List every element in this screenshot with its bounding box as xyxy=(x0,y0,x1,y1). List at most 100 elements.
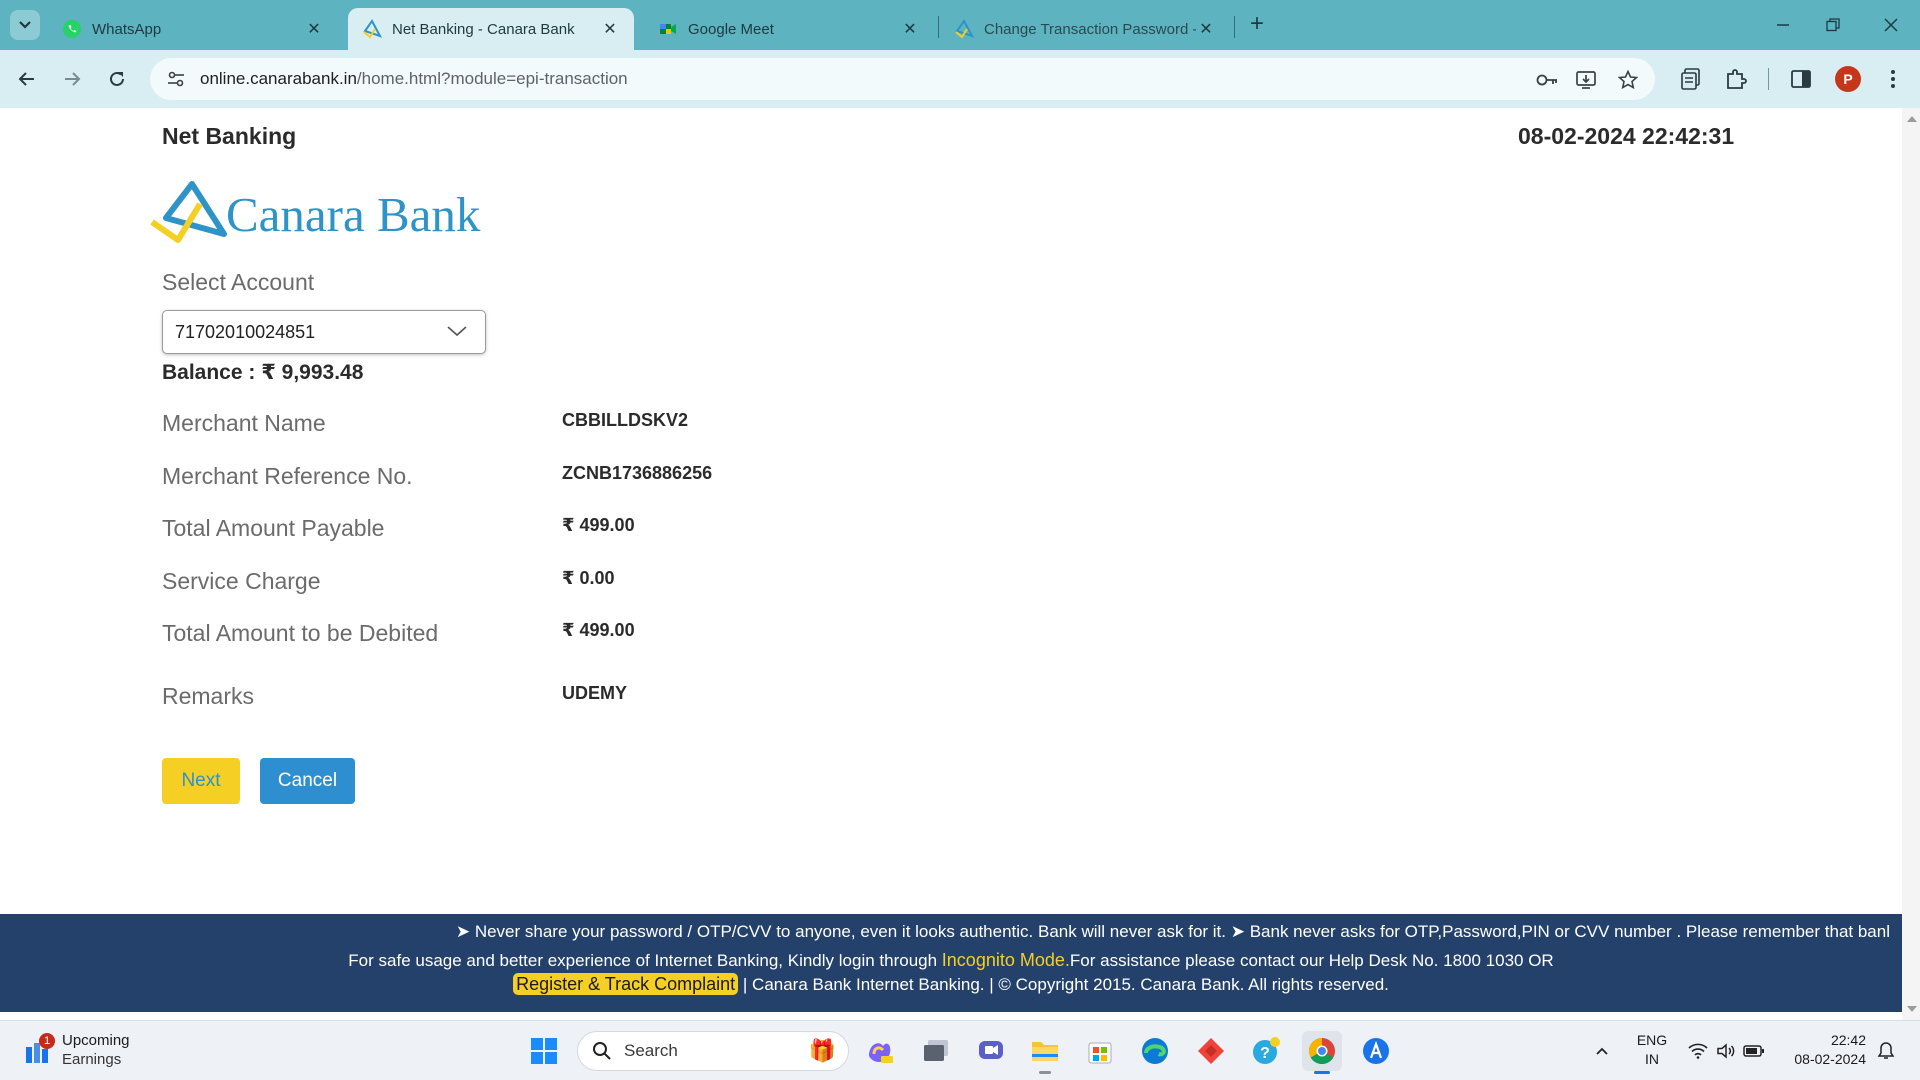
copilot-icon[interactable] xyxy=(862,1033,898,1069)
install-app-icon[interactable] xyxy=(1574,67,1600,93)
tab-change-transaction-password[interactable]: Change Transaction Password - ✕ xyxy=(940,8,1230,50)
wifi-icon[interactable] xyxy=(1686,1021,1710,1080)
tab-title: WhatsApp xyxy=(92,20,162,38)
selected-account-value: 71702010024851 xyxy=(175,321,316,342)
arrow-left-icon xyxy=(18,72,34,86)
profile-avatar[interactable]: P xyxy=(1835,66,1861,92)
canara-bank-icon xyxy=(954,19,974,39)
restore-button[interactable] xyxy=(1810,10,1856,40)
volume-icon[interactable] xyxy=(1714,1021,1738,1080)
widget-subtitle: Earnings xyxy=(62,1051,122,1068)
next-button[interactable]: Next xyxy=(162,758,240,804)
copyright-text: | Canara Bank Internet Banking. | © Copy… xyxy=(742,975,1389,994)
active-app-indicator xyxy=(1314,1071,1330,1074)
language-code: ENG xyxy=(1636,1032,1668,1048)
scroll-up-icon[interactable] xyxy=(1907,116,1917,122)
page-footer: ➤ Never share your password / OTP/CVV to… xyxy=(0,914,1902,1012)
tab-whatsapp[interactable]: WhatsApp ✕ xyxy=(48,8,338,50)
close-icon[interactable]: ✕ xyxy=(304,19,324,39)
tab-divider xyxy=(1234,16,1235,38)
merchant-name-label: Merchant Name xyxy=(162,410,326,436)
widgets-button[interactable]: 1 Upcoming Earnings xyxy=(24,1031,130,1069)
register-complaint-link[interactable]: Register & Track Complaint xyxy=(513,973,739,995)
notifications-icon[interactable] xyxy=(1874,1021,1898,1080)
page-scrollbar[interactable] xyxy=(1902,108,1920,1020)
cancel-button[interactable]: Cancel xyxy=(260,758,355,804)
extensions-puzzle-icon[interactable] xyxy=(1721,64,1751,94)
new-tab-button[interactable]: + xyxy=(1244,12,1270,38)
search-icon xyxy=(593,1042,611,1060)
account-select[interactable]: 71702010024851 xyxy=(162,310,486,354)
remarks-label: Remarks xyxy=(162,683,255,709)
more-menu-icon[interactable] xyxy=(1878,64,1908,94)
start-button[interactable] xyxy=(526,1033,562,1069)
total-payable-value: ₹ 499.00 xyxy=(562,515,635,535)
bookmark-star-icon[interactable] xyxy=(1615,67,1641,93)
tab-search-button[interactable] xyxy=(10,10,40,40)
minimize-button[interactable] xyxy=(1760,10,1806,40)
canara-bank-icon xyxy=(362,19,382,39)
toolbar-divider xyxy=(1768,68,1769,90)
footer-help-text: For safe usage and better experience of … xyxy=(0,950,1902,971)
footer-copyright: Register & Track Complaint | Canara Bank… xyxy=(0,973,1902,995)
browser-toolbar: online.canarabank.in/home.html?module=ep… xyxy=(0,50,1920,108)
canara-bank-logo: Canara Bank xyxy=(148,178,488,248)
account-balance: Balance : ₹ 9,993.48 xyxy=(162,361,364,384)
task-view-icon[interactable] xyxy=(918,1033,954,1069)
merchant-reference-value: ZCNB1736886256 xyxy=(562,463,713,483)
url-text[interactable]: online.canarabank.in/home.html?module=ep… xyxy=(200,69,628,89)
file-explorer-icon[interactable] xyxy=(1027,1033,1063,1074)
tab-title: Change Transaction Password - xyxy=(984,20,1196,38)
tab-net-banking[interactable]: Net Banking - Canara Bank ✕ xyxy=(348,8,634,50)
input-language-indicator[interactable]: ENG IN xyxy=(1634,1031,1670,1069)
help-app-icon[interactable]: ? xyxy=(1248,1033,1284,1069)
select-account-label: Select Account xyxy=(162,269,315,295)
microsoft-store-icon[interactable] xyxy=(1082,1033,1118,1069)
minimize-icon xyxy=(1777,24,1789,26)
taskbar-clock[interactable]: 22:42 08-02-2024 xyxy=(1786,1031,1866,1069)
close-icon[interactable]: ✕ xyxy=(1196,19,1216,39)
widget-title: Upcoming xyxy=(62,1032,130,1049)
session-datetime: 08-02-2024 22:42:31 xyxy=(1518,123,1735,149)
tab-title: Net Banking - Canara Bank xyxy=(392,20,575,38)
svg-text:?: ? xyxy=(1260,1045,1270,1062)
scroll-down-icon[interactable] xyxy=(1907,1006,1917,1012)
anydesk-icon[interactable] xyxy=(1193,1033,1229,1069)
footer-help-suffix: For assistance please contact our Help D… xyxy=(1069,951,1554,970)
clock-time: 22:42 xyxy=(1830,1032,1866,1048)
reload-button[interactable] xyxy=(102,64,132,94)
taskbar-search[interactable]: Search 🎁 xyxy=(577,1031,849,1071)
edge-browser-icon[interactable] xyxy=(1137,1033,1173,1069)
show-hidden-icons-button[interactable] xyxy=(1590,1021,1614,1080)
battery-icon[interactable] xyxy=(1742,1021,1766,1080)
total-debited-value: ₹ 499.00 xyxy=(562,620,635,640)
close-icon[interactable]: ✕ xyxy=(900,19,920,39)
address-bar[interactable]: online.canarabank.in/home.html?module=ep… xyxy=(150,58,1655,100)
password-key-icon[interactable] xyxy=(1534,67,1560,93)
back-button[interactable] xyxy=(12,64,42,94)
close-icon[interactable]: ✕ xyxy=(600,19,620,39)
teams-chat-icon[interactable] xyxy=(973,1033,1009,1069)
stocks-widget-icon: 1 xyxy=(24,1033,55,1065)
whatsapp-icon xyxy=(62,19,82,39)
tab-google-meet[interactable]: Google Meet ✕ xyxy=(644,8,934,50)
search-placeholder: Search xyxy=(624,1041,678,1060)
incognito-mode-highlight: Incognito Mode. xyxy=(941,950,1070,970)
reload-icon xyxy=(110,71,124,86)
close-icon xyxy=(1884,18,1898,32)
tab-divider xyxy=(938,16,939,38)
forward-button[interactable] xyxy=(57,64,87,94)
service-charge-value: ₹ 0.00 xyxy=(562,568,615,588)
close-window-button[interactable] xyxy=(1868,10,1914,40)
chrome-browser-icon[interactable] xyxy=(1302,1031,1342,1074)
chevron-down-icon xyxy=(447,326,467,337)
site-settings-icon[interactable] xyxy=(164,67,188,91)
remarks-value: UDEMY xyxy=(562,683,628,703)
side-panel-icon[interactable] xyxy=(1786,64,1816,94)
running-indicator xyxy=(1039,1071,1051,1074)
accessibility-app-icon[interactable] xyxy=(1358,1033,1394,1069)
widget-badge: 1 xyxy=(39,1033,55,1049)
widget-text: Upcoming Earnings xyxy=(62,1031,130,1069)
reading-list-icon[interactable] xyxy=(1676,64,1706,94)
total-debited-label: Total Amount to be Debited xyxy=(162,620,439,646)
